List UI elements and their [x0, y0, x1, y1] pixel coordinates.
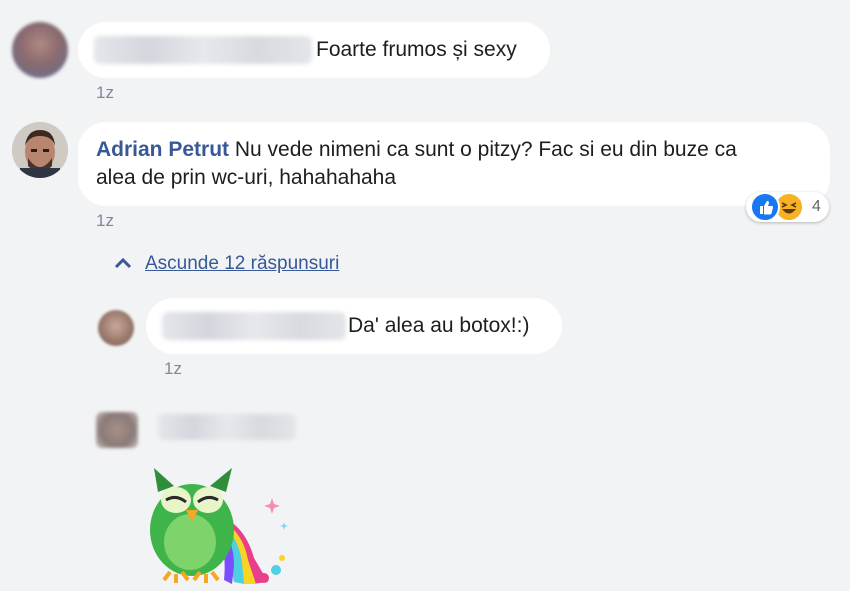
commenter-name[interactable] — [94, 36, 312, 64]
reaction-count: 4 — [812, 198, 821, 215]
comment-text: Foarte frumos și sexy — [316, 38, 517, 61]
chevron-up-icon — [114, 257, 132, 269]
reply-text: Da' alea au botox!:) — [348, 314, 530, 337]
reply-timestamp[interactable]: 1z — [164, 359, 182, 379]
commenter-avatar[interactable] — [12, 122, 68, 178]
comment-author[interactable]: Adrian Petrut — [96, 138, 229, 161]
commenter-avatar[interactable] — [12, 22, 68, 78]
reply-bubble: Da' alea au botox!:) — [146, 298, 562, 354]
owl-sticker[interactable] — [144, 462, 290, 586]
crying-owl-icon — [150, 468, 288, 584]
comment-bubble: Adrian Petrut Nu vede nimeni ca sunt o p… — [78, 122, 830, 206]
comment-timestamp[interactable]: 1z — [96, 211, 114, 231]
person-photo — [12, 122, 68, 178]
reaction-summary[interactable]: 4 — [746, 192, 829, 222]
hide-replies-link[interactable]: Ascunde 12 răspunsuri — [145, 253, 339, 275]
comment-text-line-1: Nu vede nimeni ca sunt o pitzy? Fac si e… — [234, 138, 737, 161]
reply-avatar[interactable] — [98, 310, 134, 346]
comment-text-line-2: alea de prin wc-uri, hahahahaha — [96, 166, 397, 189]
reply-author-name[interactable] — [158, 414, 296, 440]
reply-author-name[interactable] — [162, 312, 346, 340]
comment-timestamp[interactable]: 1z — [96, 83, 114, 103]
reply-avatar[interactable] — [96, 412, 138, 448]
like-icon — [750, 192, 780, 222]
comment-bubble: Foarte frumos și sexy — [78, 22, 550, 78]
